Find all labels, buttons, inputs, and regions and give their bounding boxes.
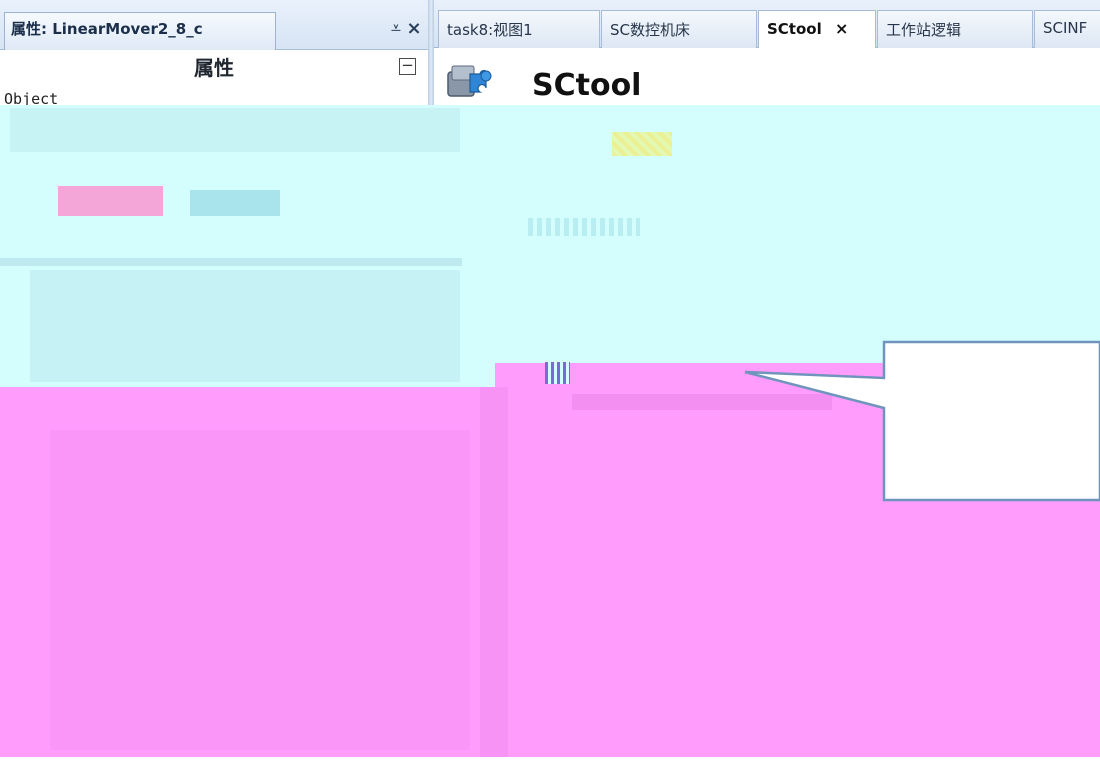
document-tab-bar: task8:视图1 SC数控机床 SCtool × 工作站逻辑 SCINF bbox=[434, 0, 1100, 49]
corrupted-artifact bbox=[528, 218, 640, 236]
tab-workstation-logic[interactable]: 工作站逻辑 bbox=[877, 10, 1033, 48]
corrupted-shade bbox=[0, 258, 462, 266]
corrupted-region-magenta bbox=[495, 363, 1100, 389]
component-puzzle-icon bbox=[447, 65, 492, 97]
corrupted-artifact bbox=[58, 186, 163, 216]
corrupted-artifact bbox=[190, 190, 280, 216]
corrupted-shade bbox=[10, 108, 460, 152]
close-icon[interactable]: × bbox=[404, 18, 424, 40]
properties-panel-header: 属性: LinearMover2_8_c ⩡ × bbox=[0, 0, 428, 50]
tab-scinf[interactable]: SCINF bbox=[1034, 10, 1100, 48]
tab-label: task8:视图1 bbox=[447, 21, 533, 39]
corrupted-shade bbox=[50, 430, 470, 750]
tab-task8-view1[interactable]: task8:视图1 bbox=[438, 10, 600, 48]
screen: 属性: LinearMover2_8_c ⩡ × 属性 − Object tas… bbox=[0, 0, 1100, 783]
bottom-blank-strip bbox=[0, 757, 1100, 783]
tab-label: SCINF bbox=[1043, 19, 1088, 37]
tab-label: 工作站逻辑 bbox=[886, 21, 962, 39]
document-heading: SCtool bbox=[532, 68, 642, 103]
tab-sctool[interactable]: SCtool × bbox=[758, 10, 876, 49]
corrupted-shade bbox=[480, 387, 508, 757]
properties-tab[interactable]: 属性: LinearMover2_8_c bbox=[4, 12, 276, 50]
corrupted-shade bbox=[30, 270, 460, 382]
properties-section-header: 属性 − bbox=[0, 50, 428, 85]
tab-sc-cnc-machine[interactable]: SC数控机床 bbox=[601, 10, 757, 48]
collapse-section-icon[interactable]: − bbox=[399, 58, 416, 75]
tab-close-icon[interactable]: × bbox=[835, 19, 848, 38]
pin-icon[interactable]: ⩡ bbox=[386, 18, 406, 40]
tab-label: SCtool bbox=[767, 20, 822, 38]
corrupted-artifact bbox=[545, 362, 570, 384]
tab-label: SC数控机床 bbox=[610, 21, 690, 39]
corrupted-artifact bbox=[612, 132, 672, 156]
corrupted-artifact bbox=[572, 394, 832, 410]
properties-section-title: 属性 bbox=[194, 56, 234, 80]
